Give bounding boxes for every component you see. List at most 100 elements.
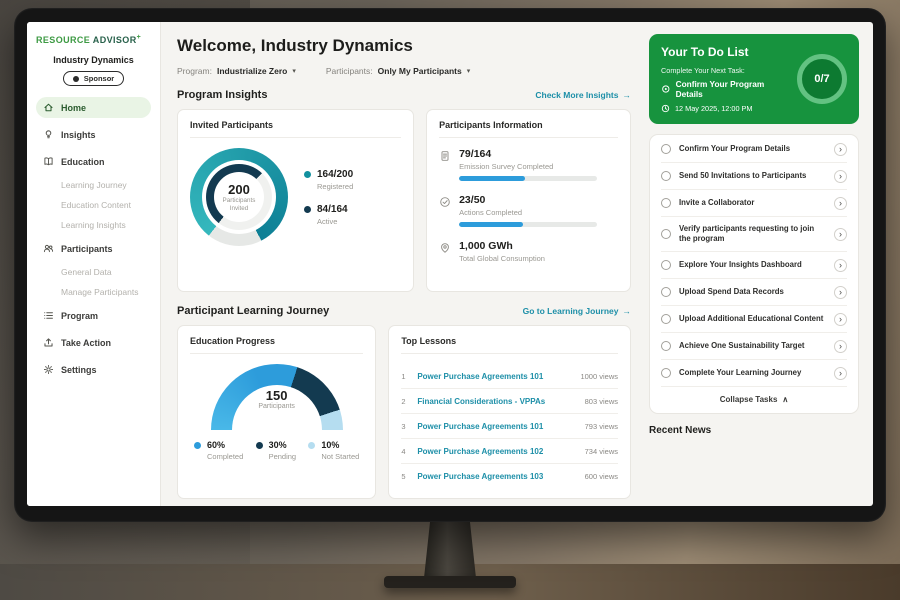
program-filter-dropdown[interactable]: Program: Industrialize Zero ▾ xyxy=(177,66,296,76)
legend-item-completed: 60% Completed xyxy=(194,440,243,461)
card-title: Invited Participants xyxy=(190,120,401,138)
sidebar-item-education[interactable]: Education xyxy=(36,151,151,172)
chevron-right-icon[interactable]: › xyxy=(834,197,847,210)
lesson-row: 2 Financial Considerations - VPPAs 803 v… xyxy=(401,389,618,414)
task-label: Confirm Your Program Details xyxy=(679,144,826,155)
todo-task[interactable]: Explore Your Insights Dashboard › xyxy=(661,252,847,279)
check-more-insights-link[interactable]: Check More Insights → xyxy=(535,90,631,100)
sidebar-item-take-action[interactable]: Take Action xyxy=(36,332,151,353)
task-checkbox[interactable] xyxy=(661,314,671,324)
collapse-tasks-button[interactable]: Collapse Tasks ∧ xyxy=(661,387,847,412)
task-checkbox[interactable] xyxy=(661,260,671,270)
sidebar-item-education-content[interactable]: Education Content xyxy=(36,196,151,214)
todo-task[interactable]: Upload Spend Data Records › xyxy=(661,279,847,306)
sidebar-item-label: Insights xyxy=(61,130,96,140)
monitor-frame: RESOURCE ADVISOR+ Industry Dynamics Spon… xyxy=(14,8,886,522)
location-pin-icon xyxy=(439,242,451,254)
legend-item-active: 84/164 Active xyxy=(304,204,353,226)
chevron-right-icon[interactable]: › xyxy=(834,286,847,299)
todo-task[interactable]: Upload Additional Educational Content › xyxy=(661,306,847,333)
logo-text-primary: RESOURCE xyxy=(36,35,90,45)
task-checkbox[interactable] xyxy=(661,341,671,351)
recent-news-header: Recent News xyxy=(649,425,859,436)
lesson-views: 803 views xyxy=(585,397,618,406)
todo-task[interactable]: Complete Your Learning Journey › xyxy=(661,360,847,387)
lesson-row: 3 Power Purchase Agreements 101 793 view… xyxy=(401,414,618,439)
chevron-right-icon[interactable]: › xyxy=(834,228,847,241)
lesson-link[interactable]: Power Purchase Agreements 103 xyxy=(417,472,576,481)
lesson-link[interactable]: Financial Considerations - VPPAs xyxy=(417,397,576,406)
task-label: Upload Additional Educational Content xyxy=(679,314,826,325)
task-label: Explore Your Insights Dashboard xyxy=(679,260,826,271)
legend-value: 30% xyxy=(269,440,287,450)
sidebar-item-label: Settings xyxy=(61,365,97,375)
task-checkbox[interactable] xyxy=(661,171,671,181)
todo-task[interactable]: Send 50 Invitations to Participants › xyxy=(661,163,847,190)
lesson-views: 1000 views xyxy=(580,372,618,381)
task-checkbox[interactable] xyxy=(661,144,671,154)
go-to-learning-journey-link[interactable]: Go to Learning Journey → xyxy=(523,306,631,316)
chevron-right-icon[interactable]: › xyxy=(834,259,847,272)
lesson-link[interactable]: Power Purchase Agreements 101 xyxy=(417,372,572,381)
chevron-right-icon[interactable]: › xyxy=(834,170,847,183)
legend-dot-light xyxy=(308,442,315,449)
todo-progress-ring: 0/7 xyxy=(797,54,847,104)
todo-next-task[interactable]: Confirm Your Program Details xyxy=(661,79,789,99)
stat-actions-completed: 23/50 Actions Completed xyxy=(439,194,618,227)
todo-task[interactable]: Verify participants requesting to join t… xyxy=(661,217,847,252)
sidebar-item-manage-participants[interactable]: Manage Participants xyxy=(36,283,151,301)
people-icon xyxy=(43,243,54,254)
sidebar: RESOURCE ADVISOR+ Industry Dynamics Spon… xyxy=(27,22,161,506)
link-label: Check More Insights xyxy=(535,90,618,100)
sidebar-item-general-data[interactable]: General Data xyxy=(36,263,151,281)
stat-label: Emission Survey Completed xyxy=(459,162,597,171)
card-title: Top Lessons xyxy=(401,336,618,354)
home-icon xyxy=(43,102,54,113)
participants-filter-dropdown[interactable]: Participants: Only My Participants ▾ xyxy=(326,66,470,76)
app-logo: RESOURCE ADVISOR+ xyxy=(36,34,151,45)
sidebar-item-program[interactable]: Program xyxy=(36,305,151,326)
task-checkbox[interactable] xyxy=(661,229,671,239)
stat-label: Actions Completed xyxy=(459,208,597,217)
lesson-views: 600 views xyxy=(585,472,618,481)
todo-panel: Your To Do List Complete Your Next Task:… xyxy=(647,22,873,506)
todo-task[interactable]: Achieve One Sustainability Target › xyxy=(661,333,847,360)
legend-label: Completed xyxy=(207,452,243,461)
todo-task[interactable]: Confirm Your Program Details › xyxy=(661,136,847,163)
task-checkbox[interactable] xyxy=(661,368,671,378)
sidebar-item-settings[interactable]: Settings xyxy=(36,359,151,380)
lesson-link[interactable]: Power Purchase Agreements 101 xyxy=(417,422,576,431)
sidebar-item-participants[interactable]: Participants xyxy=(36,238,151,259)
chevron-right-icon[interactable]: › xyxy=(834,313,847,326)
chevron-right-icon[interactable]: › xyxy=(834,143,847,156)
lesson-rank: 2 xyxy=(401,397,409,406)
task-checkbox[interactable] xyxy=(661,198,671,208)
sidebar-item-insights[interactable]: Insights xyxy=(36,124,151,145)
card-title: Education Progress xyxy=(190,336,363,354)
background-scene: RESOURCE ADVISOR+ Industry Dynamics Spon… xyxy=(0,0,900,600)
task-checkbox[interactable] xyxy=(661,287,671,297)
sponsor-badge[interactable]: Sponsor xyxy=(63,71,124,86)
chevron-right-icon[interactable]: › xyxy=(834,367,847,380)
sponsor-icon xyxy=(73,76,79,82)
stat-label: Total Global Consumption xyxy=(459,254,545,263)
todo-due-date: 12 May 2025, 12:00 PM xyxy=(661,104,789,113)
sidebar-item-learning-journey[interactable]: Learning Journey xyxy=(36,176,151,194)
gauge-center-value: 150 xyxy=(211,388,343,403)
main-content: Welcome, Industry Dynamics Program: Indu… xyxy=(161,22,647,506)
donut-center-label: Participants Invited xyxy=(216,197,262,213)
monitor-stand-base xyxy=(384,576,516,588)
monitor-stand-neck xyxy=(424,520,476,578)
task-label: Complete Your Learning Journey xyxy=(679,368,826,379)
chevron-right-icon[interactable]: › xyxy=(834,340,847,353)
sidebar-item-home[interactable]: Home xyxy=(36,97,151,118)
page-title: Welcome, Industry Dynamics xyxy=(177,36,631,56)
chevron-up-icon: ∧ xyxy=(782,395,788,404)
lesson-rank: 3 xyxy=(401,422,409,431)
task-label: Upload Spend Data Records xyxy=(679,287,826,298)
todo-task[interactable]: Invite a Collaborator › xyxy=(661,190,847,217)
legend-dot-blue xyxy=(194,442,201,449)
clock-icon xyxy=(661,104,670,113)
sidebar-item-learning-insights[interactable]: Learning Insights xyxy=(36,216,151,234)
lesson-link[interactable]: Power Purchase Agreements 102 xyxy=(417,447,576,456)
